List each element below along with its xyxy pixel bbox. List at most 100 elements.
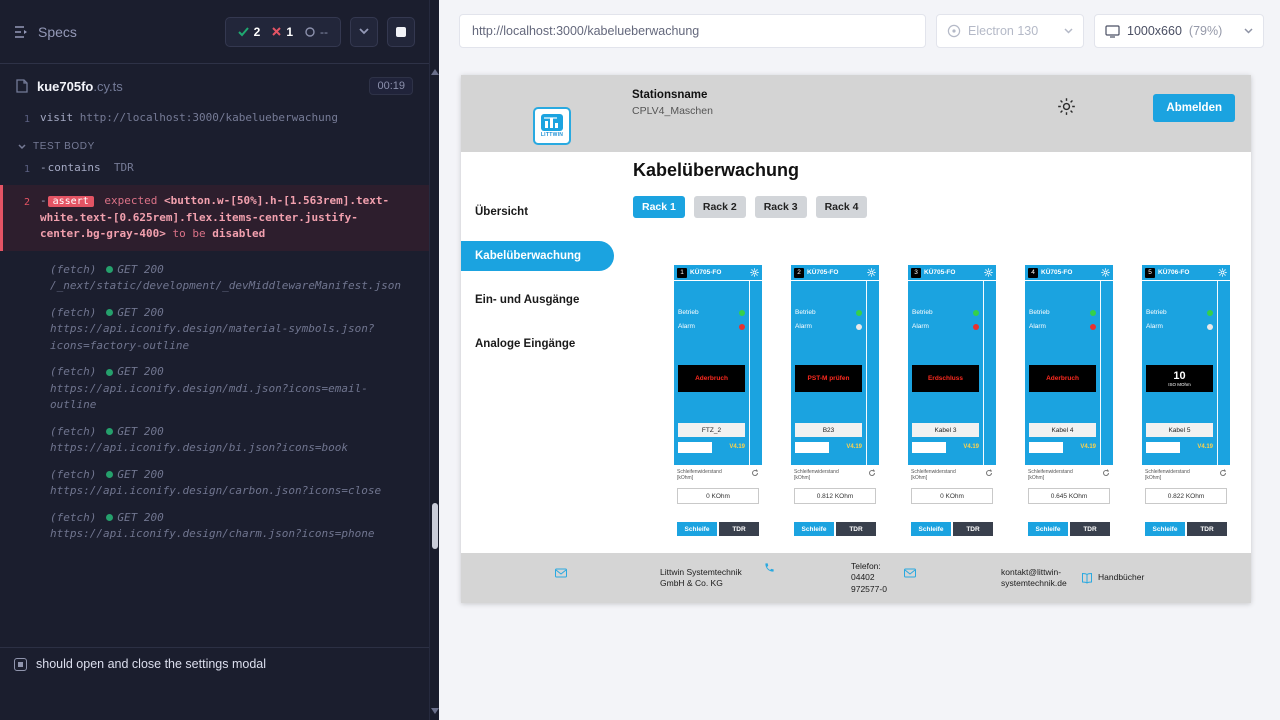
tab-rack-3[interactable]: Rack 3 <box>755 196 807 218</box>
tdr-button[interactable]: TDR <box>953 522 993 536</box>
device-model: KÜ705-FO <box>1041 269 1098 276</box>
schleife-button[interactable]: Schleife <box>677 522 717 536</box>
log-fetch-entry[interactable]: (fetch)GET 200 https://api.iconify.desig… <box>0 505 429 548</box>
alarm-led <box>973 324 979 330</box>
schleife-button[interactable]: Schleife <box>1028 522 1068 536</box>
log-failed-assert[interactable]: 2 -assert expected <button.w-[50%].h-[1.… <box>0 185 429 251</box>
status-display: Aderbruch <box>678 365 745 392</box>
tdr-button[interactable]: TDR <box>1187 522 1227 536</box>
next-test-title: should open and close the settings modal <box>36 657 266 671</box>
device-number: 1 <box>677 268 687 278</box>
logout-button[interactable]: Abmelden <box>1153 94 1235 122</box>
firmware-version: V4.19 <box>963 444 979 450</box>
tab-rack-2[interactable]: Rack 2 <box>694 196 746 218</box>
device-settings-icon[interactable] <box>867 268 876 277</box>
device-card-4: 4 KÜ705-FO Betrieb Alarm Aderbruch Kabel… <box>1025 265 1113 560</box>
footer-manuals[interactable]: Handbücher <box>1081 572 1144 584</box>
tab-rack-1[interactable]: Rack 1 <box>633 196 685 218</box>
status-display: PST-M prüfen <box>795 365 862 392</box>
card-rail <box>983 281 996 465</box>
cypress-runner-panel: Specs 2 1 -- <box>0 0 429 720</box>
status-ok-dot <box>106 514 113 521</box>
scroll-up-arrow[interactable] <box>431 69 439 75</box>
schleife-button[interactable]: Schleife <box>794 522 834 536</box>
device-number: 2 <box>794 268 804 278</box>
measurement-panel: Schleifenwiderstand [kOhm] 0.645 KOhm Sc… <box>1025 465 1113 560</box>
check-icon <box>238 27 249 37</box>
device-model: KÜ705-FO <box>690 269 747 276</box>
specs-list-icon <box>14 25 30 39</box>
x-icon <box>272 27 281 36</box>
test-stats[interactable]: 2 1 -- <box>225 17 341 47</box>
log-fetch-entry[interactable]: (fetch)GET 200 https://api.iconify.desig… <box>0 419 429 462</box>
betrieb-led <box>1090 310 1096 316</box>
tdr-button[interactable]: TDR <box>719 522 759 536</box>
sidebar-item-kabelueberwachung[interactable]: Kabelüberwachung <box>461 241 614 271</box>
log-visit-command[interactable]: 1 visit http://localhost:3000/kabelueber… <box>0 108 429 129</box>
scrollbar-thumb[interactable] <box>432 503 438 549</box>
specs-label: Specs <box>38 24 77 40</box>
device-number: 4 <box>1028 268 1038 278</box>
sidebar-item-analoge-eingaenge[interactable]: Analoge Eingänge <box>461 329 614 359</box>
status-ok-dot <box>106 428 113 435</box>
resistance-value: 0.822 KOhm <box>1145 488 1227 504</box>
refresh-icon[interactable] <box>868 469 876 477</box>
phone-icon <box>764 562 846 573</box>
collapse-chevron-button[interactable] <box>350 17 378 47</box>
spec-name: kue705fo.cy.ts <box>37 79 123 94</box>
runner-scrollbar[interactable] <box>429 0 439 720</box>
log-contains-command[interactable]: 1 -contains TDR <box>0 158 429 179</box>
refresh-icon[interactable] <box>751 469 759 477</box>
schleife-button[interactable]: Schleife <box>1145 522 1185 536</box>
device-settings-icon[interactable] <box>984 268 993 277</box>
device-card-1: 1 KÜ705-FO Betrieb Alarm Aderbruch FTZ_2 <box>674 265 762 560</box>
footer-email[interactable]: kontakt@littwin-systemtechnik.de <box>904 567 1081 589</box>
tdr-button[interactable]: TDR <box>836 522 876 536</box>
spec-file-bar[interactable]: kue705fo.cy.ts 00:19 <box>0 64 429 108</box>
tab-rack-4[interactable]: Rack 4 <box>816 196 868 218</box>
cable-name: FTZ_2 <box>678 423 745 437</box>
chevron-down-icon <box>1064 28 1073 34</box>
specs-menu-button[interactable]: Specs <box>14 24 77 40</box>
pending-circle-icon <box>305 27 315 37</box>
log-fetch-entry[interactable]: (fetch)GET 200 https://api.iconify.desig… <box>0 359 429 419</box>
refresh-icon[interactable] <box>1219 469 1227 477</box>
status-ok-dot <box>106 369 113 376</box>
test-body-section-header[interactable]: TEST BODY <box>0 129 429 158</box>
device-settings-icon[interactable] <box>1101 268 1110 277</box>
station-info: Stationsname CPLV4_Maschen <box>632 89 713 117</box>
settings-gear-icon[interactable] <box>1056 96 1077 117</box>
measurement-panel: Schleifenwiderstand [kOhm] 0 KOhm Schlei… <box>908 465 996 560</box>
scroll-down-arrow[interactable] <box>431 708 439 714</box>
sidebar-item-ein-und-ausgaenge[interactable]: Ein- und Ausgänge <box>461 285 614 315</box>
assert-badge: assert <box>48 196 94 207</box>
mail-icon <box>555 568 655 578</box>
stage: Electron 130 1000x660 (79%) LITTWIN <box>439 0 1280 720</box>
viewport-icon <box>1105 25 1120 38</box>
footer-company: Littwin Systemtechnik GmbH & Co. KG <box>555 567 764 589</box>
littwin-logo-icon <box>541 114 563 131</box>
device-settings-icon[interactable] <box>1218 268 1227 277</box>
stop-run-button[interactable] <box>387 17 415 47</box>
log-fetch-entry[interactable]: (fetch)GET 200 https://api.iconify.desig… <box>0 300 429 360</box>
refresh-icon[interactable] <box>1102 469 1110 477</box>
log-fetch-entry[interactable]: (fetch)GET 200 https://api.iconify.desig… <box>0 462 429 505</box>
measurement-panel: Schleifenwiderstand [kOhm] 0 KOhm Schlei… <box>674 465 762 560</box>
footer-phone[interactable]: Telefon: 04402 972577-0 <box>764 561 904 594</box>
betrieb-led <box>856 310 862 316</box>
device-settings-icon[interactable] <box>750 268 759 277</box>
refresh-icon[interactable] <box>985 469 993 477</box>
viewport-select[interactable]: 1000x660 (79%) <box>1094 14 1264 48</box>
tdr-button[interactable]: TDR <box>1070 522 1110 536</box>
browser-select[interactable]: Electron 130 <box>936 14 1084 48</box>
sidebar-item-uebersicht[interactable]: Übersicht <box>461 197 614 227</box>
schleife-button[interactable]: Schleife <box>911 522 951 536</box>
command-log: 1 visit http://localhost:3000/kabelueber… <box>0 108 429 647</box>
url-input[interactable] <box>459 14 926 48</box>
spec-timer: 00:19 <box>369 77 413 95</box>
littwin-logo: LITTWIN <box>533 107 571 145</box>
log-fetch-entry[interactable]: (fetch)GET 200 /_next/static/development… <box>0 257 429 300</box>
betrieb-led <box>739 310 745 316</box>
screen: Specs 2 1 -- <box>0 0 1280 720</box>
next-test-row[interactable]: should open and close the settings modal <box>0 647 429 680</box>
